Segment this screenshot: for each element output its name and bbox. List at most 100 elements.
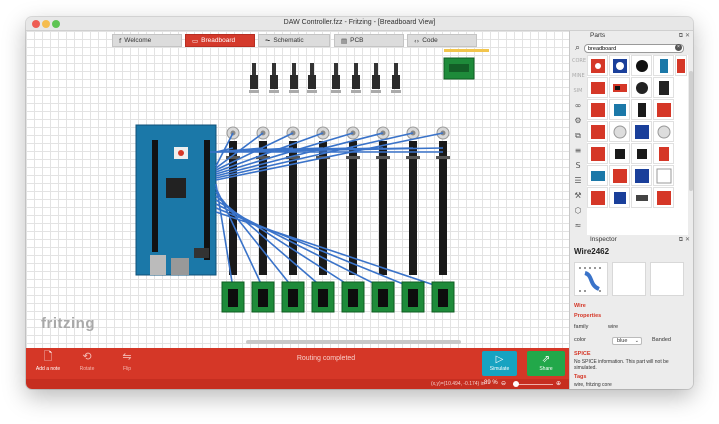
family-label: family xyxy=(574,324,589,330)
bin-seeed[interactable]: S xyxy=(572,160,584,172)
wire-preview-pcb xyxy=(650,262,684,296)
tab-pcb[interactable]: ▤ PCB xyxy=(334,34,404,47)
part-thumb[interactable] xyxy=(631,121,652,142)
tab-welcome[interactable]: f Welcome xyxy=(112,34,182,47)
part-thumb[interactable] xyxy=(609,165,630,186)
routing-status: Routing completed xyxy=(296,355,356,362)
share-button[interactable]: ⇗ Share xyxy=(527,351,565,376)
part-thumb[interactable] xyxy=(631,77,652,98)
part-thumb[interactable] xyxy=(631,99,652,120)
play-icon: ▷ xyxy=(495,354,504,365)
part-thumb[interactable] xyxy=(653,55,674,76)
add-note-label: Add a note xyxy=(35,366,61,372)
part-thumb[interactable] xyxy=(653,121,674,142)
inspector-part-name: Wire2462 xyxy=(574,247,610,256)
simulate-button[interactable]: ▷ Simulate xyxy=(482,351,517,376)
tab-schematic[interactable]: ⏦ Schematic xyxy=(258,34,330,47)
tags-value: wire, fritzing core xyxy=(574,382,612,388)
clear-search-icon[interactable]: × xyxy=(675,44,682,51)
bin-hardware[interactable]: ⚒ xyxy=(572,190,584,202)
parts-search-input[interactable]: breadboard xyxy=(584,44,684,53)
part-thumb[interactable] xyxy=(653,143,674,164)
wire-preview-breadboard xyxy=(574,262,608,296)
part-thumb[interactable] xyxy=(631,165,652,186)
spice-note: No SPICE information. This part will not… xyxy=(574,359,669,371)
bin-wireless[interactable]: ≈ xyxy=(572,220,584,232)
fritzing-logo: fritzing xyxy=(41,315,95,332)
panel-controls-icon[interactable]: ⧉ ✕ xyxy=(679,32,690,40)
part-thumb[interactable] xyxy=(587,121,608,142)
chevron-down-icon: ⌄ xyxy=(634,338,639,344)
add-note-button[interactable]: 🗋 Add a note xyxy=(30,351,66,373)
zoom-slider-track[interactable] xyxy=(513,384,553,385)
part-thumb[interactable] xyxy=(587,99,608,120)
bin-boards[interactable]: ⧉ xyxy=(572,130,584,142)
parts-search-row: ⌕ breadboard × xyxy=(570,43,693,55)
part-thumb[interactable] xyxy=(587,55,608,76)
simulate-label: Simulate xyxy=(489,366,510,372)
part-thumb[interactable] xyxy=(631,55,652,76)
zoom-out-icon[interactable]: ⊖ xyxy=(501,380,506,387)
part-thumb[interactable] xyxy=(587,165,608,186)
bin-sparkfun[interactable]: ☰ xyxy=(572,175,584,187)
arduino-mega-board[interactable] xyxy=(135,124,217,276)
inspector-section-tags: Tags xyxy=(574,374,587,380)
part-thumb[interactable] xyxy=(587,77,608,98)
flip-button[interactable]: ⇋ Flip xyxy=(109,351,145,373)
view-tabs: f Welcome ▭ Breadboard ⏦ Schematic ▤ PCB… xyxy=(26,31,569,48)
part-thumb[interactable] xyxy=(631,143,652,164)
bin-mine[interactable]: MINE xyxy=(572,70,585,82)
part-thumb[interactable] xyxy=(631,187,652,208)
breadboard-icon: ▭ xyxy=(192,36,199,45)
family-value: wire xyxy=(608,324,619,330)
tab-welcome-label: Welcome xyxy=(124,37,152,44)
inspector-controls-icon[interactable]: ⧉ ✕ xyxy=(679,236,690,244)
share-icon: ⇗ xyxy=(541,354,551,365)
bin-list[interactable]: ≡ xyxy=(572,145,584,157)
tab-code[interactable]: ‹› Code xyxy=(407,34,477,47)
app-window: DAW Controller.fzz - Fritzing - [Breadbo… xyxy=(26,17,693,389)
part-thumb[interactable] xyxy=(653,99,674,120)
part-thumb[interactable] xyxy=(609,55,630,76)
part-thumb[interactable] xyxy=(609,143,630,164)
code-icon: ‹› xyxy=(414,36,420,45)
small-pcb-module[interactable] xyxy=(443,57,475,80)
part-thumb[interactable] xyxy=(653,77,674,98)
color-select[interactable]: blue ⌄ xyxy=(612,337,642,345)
inspector-section-spice: SPICE xyxy=(574,351,591,357)
part-thumb[interactable] xyxy=(609,99,630,120)
rotate-button[interactable]: ⟲ Rotate xyxy=(69,351,105,373)
part-thumb[interactable] xyxy=(587,143,608,164)
pcb-icon: ▤ xyxy=(341,36,348,45)
top-potentiometer-row[interactable] xyxy=(249,63,401,93)
part-thumb[interactable] xyxy=(675,55,687,76)
search-icon: ⌕ xyxy=(575,43,581,53)
parts-scrollbar[interactable] xyxy=(689,71,693,191)
parts-bin-strip: CORE MINE SIM ∞ ⚙ ⧉ ≡ S ☰ ⚒ ⬡ ≈ xyxy=(570,55,586,235)
title-bar: DAW Controller.fzz - Fritzing - [Breadbo… xyxy=(26,17,693,31)
circuit-diagram xyxy=(135,49,489,344)
inspector-section-properties: Properties xyxy=(574,313,602,319)
bin-arduino[interactable]: ∞ xyxy=(572,100,584,112)
bin-adafruit[interactable]: ⬡ xyxy=(572,205,584,217)
cursor-coordinates: (x,y)=(10.494, -0.174) in xyxy=(431,381,485,387)
zoom-slider-handle[interactable] xyxy=(513,381,519,387)
part-thumb[interactable] xyxy=(609,121,630,142)
part-thumb[interactable] xyxy=(587,187,608,208)
part-thumb[interactable] xyxy=(653,165,674,186)
bin-sim[interactable]: SIM xyxy=(572,85,584,97)
part-thumb[interactable] xyxy=(609,187,630,208)
property-color-row: color blue ⌄ Banded xyxy=(574,337,688,347)
tab-breadboard[interactable]: ▭ Breadboard xyxy=(185,34,255,47)
fritzing-f-icon: f xyxy=(119,36,122,45)
bin-tools[interactable]: ⚙ xyxy=(572,115,584,127)
part-thumb[interactable] xyxy=(609,77,630,98)
bottom-driver-board-row[interactable] xyxy=(221,281,455,313)
bin-core[interactable]: CORE xyxy=(572,55,586,67)
canvas-horizontal-scrollbar[interactable] xyxy=(246,340,461,344)
tab-pcb-label: PCB xyxy=(350,37,364,44)
tab-breadboard-label: Breadboard xyxy=(201,37,236,44)
right-panel: Parts ⧉ ✕ ⌕ breadboard × CORE MINE SIM ∞… xyxy=(569,31,693,389)
zoom-in-icon[interactable]: ⊕ xyxy=(556,380,561,387)
part-thumb[interactable] xyxy=(653,187,674,208)
